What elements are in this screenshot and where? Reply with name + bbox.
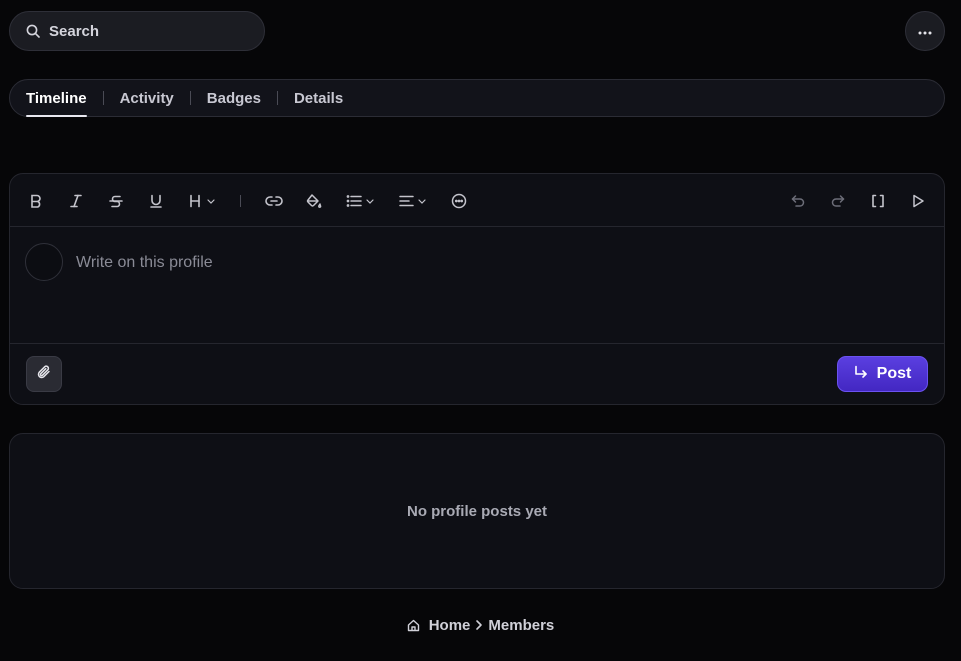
emoji-icon[interactable]: [451, 191, 467, 211]
editor-footer: Post: [10, 344, 944, 404]
more-options-button[interactable]: [905, 11, 945, 51]
profile-post-input[interactable]: [76, 251, 916, 275]
link-icon[interactable]: [265, 191, 283, 211]
more-horizontal-icon: [918, 22, 932, 40]
post-editor: Post: [9, 173, 945, 405]
tab-divider: [276, 91, 278, 105]
search-button[interactable]: Search: [9, 11, 265, 51]
breadcrumb-home[interactable]: Home: [429, 617, 471, 634]
redo-icon[interactable]: [830, 191, 846, 211]
breadcrumb: Home Members: [0, 615, 961, 635]
reply-arrow-icon: [854, 365, 868, 384]
search-label: Search: [49, 22, 100, 40]
undo-icon[interactable]: [790, 191, 806, 211]
tab-timeline[interactable]: Timeline: [26, 79, 87, 117]
search-icon: [26, 24, 40, 38]
empty-state-message: No profile posts yet: [406, 502, 548, 520]
tab-divider: [189, 91, 191, 105]
profile-posts-list: No profile posts yet: [9, 433, 945, 589]
attach-files-button[interactable]: [26, 356, 62, 392]
breadcrumb-members[interactable]: Members: [488, 617, 554, 634]
underline-icon[interactable]: [148, 191, 164, 211]
italic-icon[interactable]: [68, 191, 84, 211]
editor-toolbar: [10, 174, 944, 227]
align-icon[interactable]: [399, 191, 429, 211]
tab-divider: [102, 91, 104, 105]
preview-icon[interactable]: [910, 191, 926, 211]
toolbar-divider: [240, 195, 241, 207]
profile-tabs: Timeline Activity Badges Details: [9, 79, 945, 117]
bbcode-icon[interactable]: [870, 191, 886, 211]
strikethrough-icon[interactable]: [108, 191, 124, 211]
tab-activity[interactable]: Activity: [120, 79, 174, 117]
heading-icon[interactable]: [188, 191, 218, 211]
tab-details[interactable]: Details: [294, 79, 343, 117]
home-icon[interactable]: [407, 619, 420, 632]
chevron-right-icon: [474, 619, 484, 631]
list-icon[interactable]: [346, 191, 376, 211]
post-button[interactable]: Post: [837, 356, 928, 392]
compose-area: [10, 227, 944, 344]
tab-badges[interactable]: Badges: [207, 79, 261, 117]
bold-icon[interactable]: [28, 191, 44, 211]
paperclip-icon: [36, 364, 52, 385]
post-button-label: Post: [876, 365, 912, 382]
avatar: [25, 243, 63, 281]
text-color-icon[interactable]: [306, 191, 322, 211]
